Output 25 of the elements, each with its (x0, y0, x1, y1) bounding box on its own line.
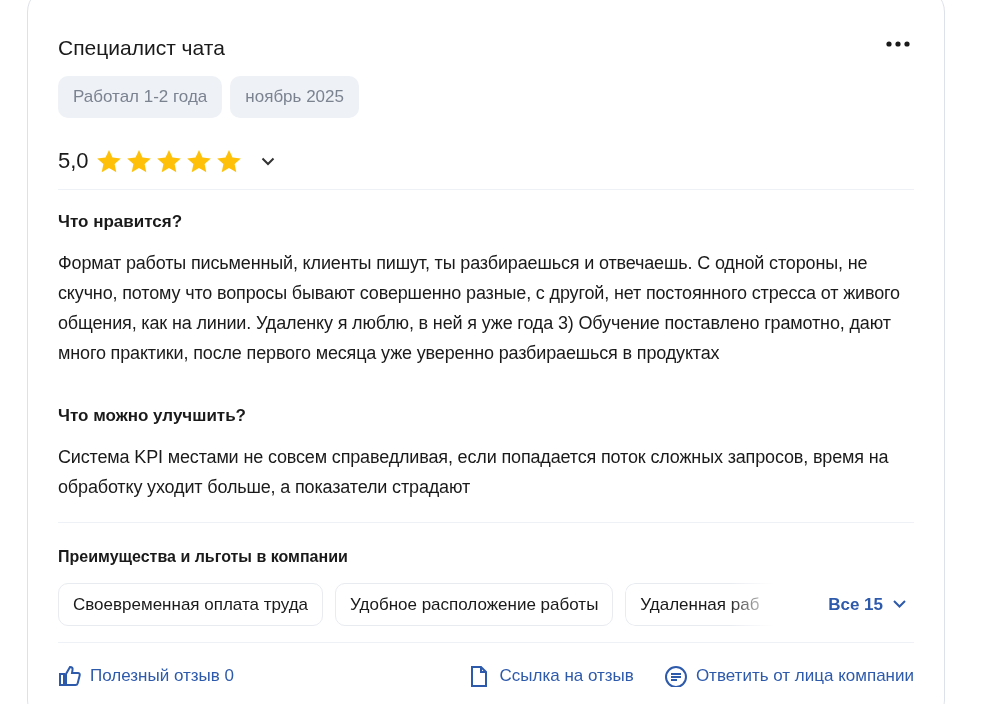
chevron-down-icon (893, 600, 906, 609)
star-icon (126, 149, 151, 173)
thumbs-up-icon (58, 664, 82, 687)
star-icon (216, 149, 241, 173)
action-link[interactable]: Полезный отзыв 0 (58, 663, 234, 689)
star-icon (186, 149, 211, 173)
action-link[interactable]: Ссылка на отзыв (467, 663, 634, 689)
review-text: Система KPI местами не совсем справедливая, если попадается поток сложных запросов, время на обработку уходит больше, а показатели страдают (58, 446, 890, 500)
message-icon (663, 664, 688, 687)
review-title: Специалист чата (58, 35, 225, 61)
benefit-chip: Удобное расположение работы (335, 582, 614, 627)
benefits-heading: Преимущества и льготы в компании (58, 547, 349, 567)
section-heading: Что можно улучшить? (58, 406, 247, 427)
section-heading: Что нравится? (58, 211, 184, 233)
tag: ноябрь 2025 (230, 76, 359, 118)
show-all-button[interactable]: Все 15 (828, 591, 906, 618)
tag: Работал 1-2 года (58, 76, 223, 118)
star-icon (96, 149, 121, 173)
action-link[interactable]: Ответить от лица компании (663, 663, 914, 689)
rating-value: 5,0 (58, 150, 89, 173)
more-icon (886, 40, 910, 47)
chevron-down-icon (260, 157, 275, 167)
star-icon (156, 149, 181, 173)
review-text: Формат работы письменный, клиенты пишут, ты разбираешься и отвечаешь. С одной стороны, не скучно, потому что вопросы бывают совершенно разные, с другой, нет постоянного стресса от живого общения, как на линии. Удаленку я люблю, в ней я уже года 3) Обучение поставлено грамотно, дают много практики, после первого месяца уже уверенно разбираешься в продуктах (58, 252, 901, 366)
benefit-chip: Своевременная оплата труда (58, 582, 324, 627)
